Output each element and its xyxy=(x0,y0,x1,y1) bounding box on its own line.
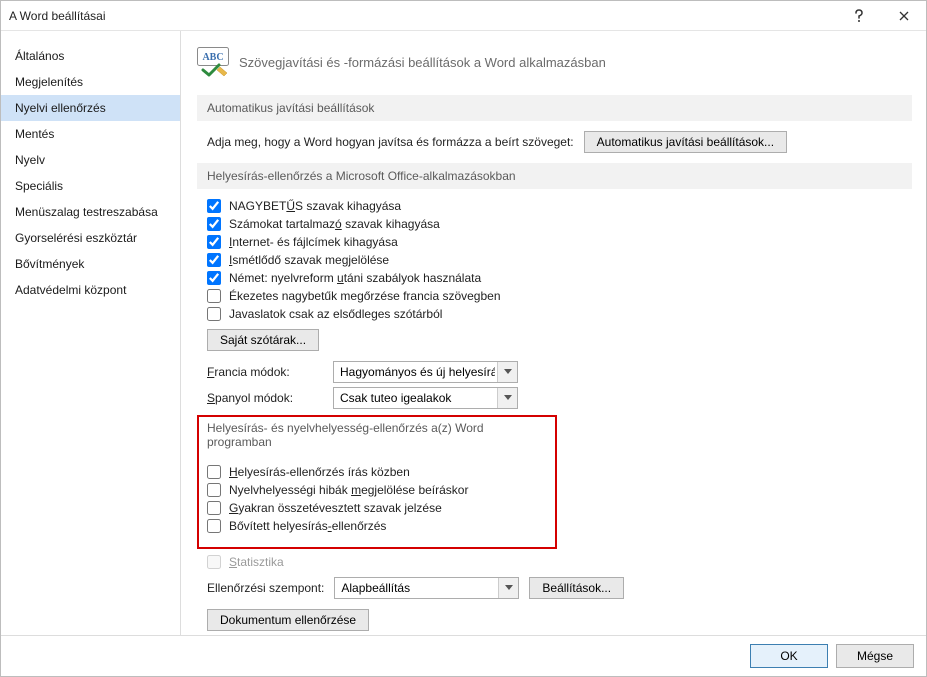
sidebar-item-customize-ribbon[interactable]: Menüszalag testreszabása xyxy=(1,199,180,225)
french-modes-select[interactable] xyxy=(333,361,518,383)
settings-button[interactable]: Beállítások... xyxy=(529,577,624,599)
section-word-title: Helyesírás- és nyelvhelyesség-ellenőrzés… xyxy=(199,417,555,455)
opt-french-caps[interactable] xyxy=(207,289,221,303)
office-options: NAGYBETŰS szavak kihagyása Számokat tart… xyxy=(197,199,912,409)
opt-grammar-mark[interactable] xyxy=(207,483,221,497)
help-button[interactable] xyxy=(836,1,881,31)
opt-german[interactable] xyxy=(207,271,221,285)
opt-confused-words-label: Gyakran összetévesztett szavak jelzése xyxy=(229,501,442,515)
recheck-document-button[interactable]: Dokumentum ellenőrzése xyxy=(207,609,369,631)
opt-numbers-label: Számokat tartalmazó szavak kihagyása xyxy=(229,217,440,231)
opt-internet-label: Internet- és fájlcímek kihagyása xyxy=(229,235,398,249)
opt-statistics xyxy=(207,555,221,569)
opt-repeat[interactable] xyxy=(207,253,221,267)
sidebar-item-display[interactable]: Megjelenítés xyxy=(1,69,180,95)
custom-dictionaries-button[interactable]: Saját szótárak... xyxy=(207,329,319,351)
svg-text:ABC: ABC xyxy=(202,52,223,63)
content-panel: ABC Szövegjavítási és -formázási beállít… xyxy=(181,31,926,635)
cancel-button[interactable]: Mégse xyxy=(836,644,914,668)
sidebar-item-trust-center[interactable]: Adatvédelmi központ xyxy=(1,277,180,303)
opt-confused-words[interactable] xyxy=(207,501,221,515)
spanish-modes-select[interactable] xyxy=(333,387,518,409)
dialog-footer: OK Mégse xyxy=(1,635,926,676)
close-button[interactable] xyxy=(881,1,926,31)
ok-button[interactable]: OK xyxy=(750,644,828,668)
sidebar-item-proofing[interactable]: Nyelvi ellenőrzés xyxy=(1,95,180,121)
sidebar: Általános Megjelenítés Nyelvi ellenőrzés… xyxy=(1,31,181,635)
close-icon xyxy=(899,11,909,21)
titlebar: A Word beállításai xyxy=(1,1,926,31)
help-icon xyxy=(854,9,864,23)
sidebar-item-addins[interactable]: Bővítmények xyxy=(1,251,180,277)
opt-main-dict-label: Javaslatok csak az elsődleges szótárból xyxy=(229,307,442,321)
page-subtitle: Szövegjavítási és -formázási beállítások… xyxy=(239,55,606,70)
opt-uppercase-label: NAGYBETŰS szavak kihagyása xyxy=(229,199,401,213)
sidebar-item-save[interactable]: Mentés xyxy=(1,121,180,147)
sidebar-item-quick-access[interactable]: Gyorselérési eszköztár xyxy=(1,225,180,251)
proofing-icon: ABC xyxy=(197,47,229,77)
opt-german-label: Német: nyelvreform utáni szabályok haszn… xyxy=(229,271,481,285)
section-office-title: Helyesírás-ellenőrzés a Microsoft Office… xyxy=(197,163,912,189)
opt-numbers[interactable] xyxy=(207,217,221,231)
opt-extended-spell[interactable] xyxy=(207,519,221,533)
opt-check-spelling-label: Helyesírás-ellenőrzés írás közben xyxy=(229,465,410,479)
writing-style-select[interactable] xyxy=(334,577,519,599)
autocorrect-row-label: Adja meg, hogy a Word hogyan javítsa és … xyxy=(207,135,574,149)
opt-statistics-label: Statisztika xyxy=(229,555,284,569)
opt-internet[interactable] xyxy=(207,235,221,249)
writing-style-label: Ellenőrzési szempont: xyxy=(207,581,324,595)
word-proofing-highlighted-box: Helyesírás- és nyelvhelyesség-ellenőrzés… xyxy=(197,415,557,549)
sidebar-item-general[interactable]: Általános xyxy=(1,43,180,69)
opt-grammar-mark-label: Nyelvhelyességi hibák megjelölése beírás… xyxy=(229,483,468,497)
autocorrect-options-button[interactable]: Automatikus javítási beállítások... xyxy=(584,131,787,153)
sidebar-item-language[interactable]: Nyelv xyxy=(1,147,180,173)
opt-check-spelling[interactable] xyxy=(207,465,221,479)
french-modes-label: Francia módok: xyxy=(207,365,327,379)
opt-uppercase[interactable] xyxy=(207,199,221,213)
opt-extended-spell-label: Bővített helyesírás-ellenőrzés xyxy=(229,519,386,533)
opt-french-caps-label: Ékezetes nagybetűk megőrzése francia szö… xyxy=(229,289,501,303)
section-autocorrect-title: Automatikus javítási beállítások xyxy=(197,95,912,121)
window-title: A Word beállításai xyxy=(9,9,836,23)
opt-repeat-label: Ismétlődő szavak megjelölése xyxy=(229,253,389,267)
opt-main-dict[interactable] xyxy=(207,307,221,321)
word-options-dialog: A Word beállításai Általános Megjeleníté… xyxy=(0,0,927,677)
spanish-modes-label: Spanyol módok: xyxy=(207,391,327,405)
sidebar-item-advanced[interactable]: Speciális xyxy=(1,173,180,199)
